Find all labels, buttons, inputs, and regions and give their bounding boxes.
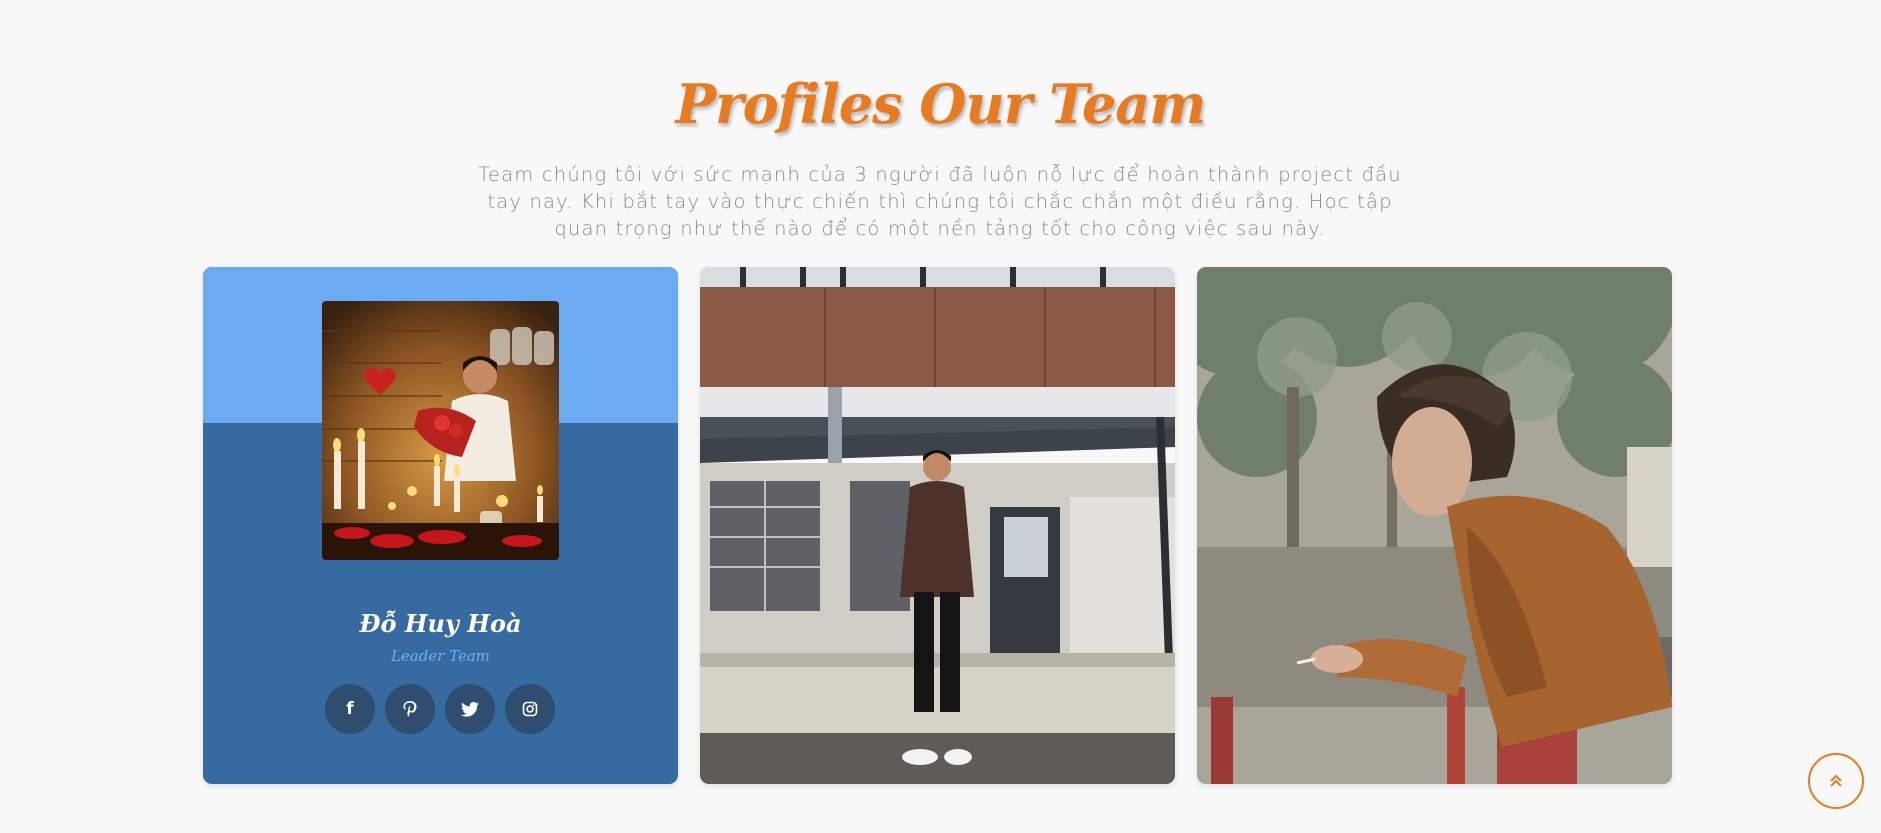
avatar xyxy=(322,301,559,560)
scroll-to-top-button[interactable] xyxy=(1808,753,1864,809)
pinterest-button[interactable] xyxy=(385,684,435,734)
instagram-button[interactable] xyxy=(505,684,555,734)
double-chevron-up-icon xyxy=(1830,774,1842,787)
section-title: Profiles Our Team xyxy=(675,72,1207,136)
facebook-icon: f xyxy=(346,699,354,719)
member-role: Leader Team xyxy=(390,647,491,665)
twitter-button[interactable] xyxy=(445,684,495,734)
pinterest-icon xyxy=(403,701,417,717)
team-card-photo-3 xyxy=(1197,267,1672,784)
facebook-button[interactable]: f xyxy=(325,684,375,734)
twitter-icon xyxy=(461,701,479,717)
instagram-icon xyxy=(522,701,538,717)
team-member-photo xyxy=(1197,267,1672,784)
member-name: Đỗ Huy Hoà xyxy=(359,609,522,638)
section-subtitle: Team chúng tôi với sức mạnh của 3 người … xyxy=(478,163,1402,240)
team-card-photo-2 xyxy=(700,267,1175,784)
team-member-photo xyxy=(700,267,1175,784)
avatar-photo xyxy=(322,301,559,560)
social-links: f xyxy=(325,684,557,734)
team-card-leader: Đỗ Huy Hoà Leader Team f xyxy=(203,267,678,784)
